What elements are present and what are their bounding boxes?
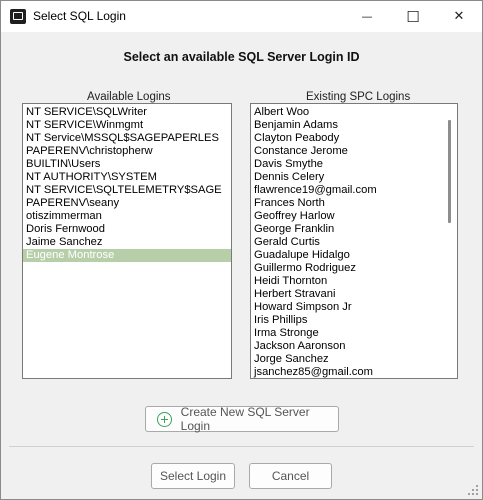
list-item[interactable]: NT Service\MSSQL$SAGEPAPERLES [23,132,231,145]
list-item[interactable]: Clayton Peabody [251,132,457,145]
list-item[interactable]: Gerald Curtis [251,236,457,249]
list-item[interactable]: NT SERVICE\SQLWriter [23,106,231,119]
available-logins-label: Available Logins [87,91,171,103]
list-item[interactable]: Howard Simpson Jr [251,301,457,314]
list-item[interactable]: BUILTIN\Users [23,158,231,171]
cancel-button[interactable]: Cancel [249,463,332,489]
list-item[interactable]: Jorge Sanchez [251,353,457,366]
list-item[interactable]: Davis Smythe [251,158,457,171]
list-item[interactable]: otiszimmerman [23,210,231,223]
create-login-button[interactable]: Create New SQL Server Login [145,405,339,433]
create-login-label: Create New SQL Server Login [180,405,310,433]
existing-logins-label: Existing SPC Logins [306,91,411,103]
list-item[interactable]: Guillermo Rodriguez [251,262,457,275]
list-item[interactable]: Heidi Thornton [251,275,457,288]
close-icon: ✕ [453,9,465,24]
maximize-icon: ☐ [406,7,420,26]
minimize-icon: — [361,10,373,23]
list-item[interactable]: jsanchez85@gmail.com [251,366,457,378]
footer-divider [9,446,474,447]
select-login-label: Select Login [159,469,227,483]
minimize-button[interactable]: — [344,1,390,32]
list-item[interactable]: Guadalupe Hidalgo [251,249,457,262]
list-item[interactable]: Albert Woo [251,106,457,119]
list-item[interactable]: Doris Fernwood [23,223,231,236]
list-item[interactable]: Jackson Aaronson [251,340,457,353]
list-item[interactable]: Constance Jerome [251,145,457,158]
app-icon [10,9,26,24]
list-item[interactable]: NT AUTHORITY\SYSTEM [23,171,231,184]
window-title: Select SQL Login [33,9,126,23]
list-item[interactable]: NT SERVICE\Winmgmt [23,119,231,132]
list-item[interactable]: Eugene Montrose [23,249,231,262]
cancel-label: Cancel [271,469,310,483]
list-item[interactable]: NT SERVICE\SQLTELEMETRY$SAGE [23,184,231,197]
list-item[interactable]: Iris Phillips [251,314,457,327]
select-login-button[interactable]: Select Login [151,463,235,489]
add-circle-icon [157,411,172,427]
existing-logins-list[interactable]: Albert Woo Benjamin Adams Clayton Peabody C… [250,103,458,379]
list-item[interactable]: Benjamin Adams [251,119,457,132]
dialog-heading: Select an available SQL Server Login ID [123,50,360,64]
close-button[interactable]: ✕ [436,1,482,32]
list-item[interactable]: Herbert Stravani [251,288,457,301]
title-bar[interactable]: Select SQL Login — ☐ ✕ [1,1,482,32]
maximize-button[interactable]: ☐ [390,1,436,32]
list-item[interactable]: Frances North [251,197,457,210]
list-item[interactable]: PAPERENV\seany [23,197,231,210]
list-item[interactable]: PAPERENV\christopherw [23,145,231,158]
available-logins-list[interactable]: NT SERVICE\SQLWriter NT SERVICE\Winmgmt NT… [22,103,232,379]
existing-list-scrollbar[interactable] [448,120,451,223]
list-item[interactable]: Jaime Sanchez [23,236,231,249]
resize-grip[interactable] [468,485,478,495]
dialog-window: Select SQL Login — ☐ ✕ Select an availab… [0,0,483,500]
list-item[interactable]: George Franklin [251,223,457,236]
list-item[interactable]: Irma Stronge [251,327,457,340]
list-item[interactable]: Dennis Celery [251,171,457,184]
list-item[interactable]: Geoffrey Harlow [251,210,457,223]
list-item[interactable]: flawrence19@gmail.com [251,184,457,197]
